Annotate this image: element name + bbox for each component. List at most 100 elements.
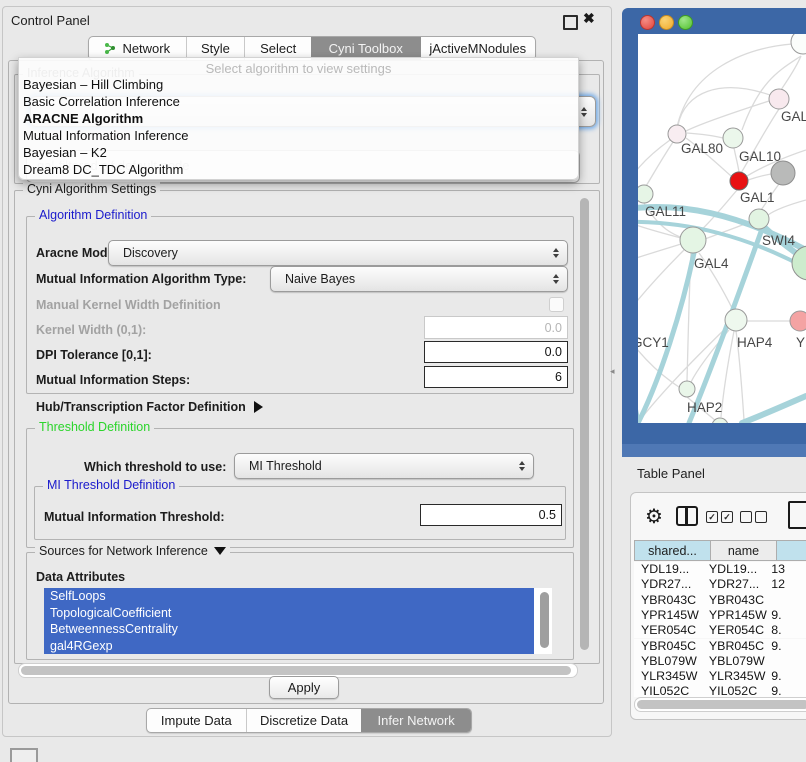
minimize-traffic-light-icon[interactable] bbox=[659, 15, 674, 30]
algorithm-option[interactable]: Bayesian – Hill Climbing bbox=[23, 77, 163, 92]
list-item[interactable]: BetweennessCentrality bbox=[44, 621, 534, 638]
manual-kernel-label: Manual Kernel Width Definition bbox=[36, 298, 221, 312]
table-row[interactable]: YLR345WYLR345W9. bbox=[634, 669, 806, 684]
close-icon[interactable]: ✖ bbox=[583, 10, 595, 27]
zoom-traffic-light-icon[interactable] bbox=[678, 15, 693, 30]
table-row[interactable]: YER054CYER054C8. bbox=[634, 623, 806, 638]
node-label: HAP2 bbox=[687, 400, 722, 415]
node[interactable] bbox=[712, 418, 728, 423]
node-gal4[interactable] bbox=[680, 227, 706, 253]
table-row[interactable]: YPR145WYPR145W9. bbox=[634, 608, 806, 623]
combo-arrows-icon bbox=[519, 461, 525, 471]
table-horizontal-scrollbar[interactable] bbox=[634, 697, 806, 712]
algorithm-option[interactable]: Dream8 DC_TDC Algorithm bbox=[23, 162, 183, 177]
algorithm-option-selected[interactable]: ARACNE Algorithm bbox=[23, 111, 143, 126]
sources-toggle[interactable]: Sources for Network Inference bbox=[35, 544, 230, 558]
group-title: Threshold Definition bbox=[35, 420, 154, 434]
node-label: GAL10 bbox=[739, 149, 781, 164]
data-attributes-list: SelfLoops TopologicalCoefficient Between… bbox=[44, 588, 552, 654]
group-title: Algorithm Definition bbox=[35, 208, 151, 222]
which-threshold-combo[interactable]: MI Threshold bbox=[234, 453, 534, 479]
node-label: GCY1 bbox=[638, 335, 669, 350]
split-columns-icon[interactable] bbox=[676, 506, 698, 526]
bottom-tabbar: Impute Data Discretize Data Infer Networ… bbox=[146, 708, 472, 733]
table-row[interactable]: YBL079WYBL079W bbox=[634, 654, 806, 669]
dropdown-prompt: Select algorithm to view settings bbox=[19, 61, 578, 76]
node-selected-red[interactable] bbox=[730, 172, 748, 190]
column-header-clipped[interactable] bbox=[776, 540, 806, 561]
checked-box-icon: ✓ bbox=[706, 511, 718, 523]
mi-type-combo[interactable]: Naive Bayes bbox=[270, 266, 568, 292]
dpi-tolerance-field[interactable]: 0.0 bbox=[424, 341, 568, 363]
node-gray[interactable] bbox=[771, 161, 795, 185]
apply-button[interactable]: Apply bbox=[269, 676, 339, 699]
hub-definition-toggle[interactable]: Hub/Transcription Factor Definition bbox=[36, 400, 263, 414]
node[interactable] bbox=[769, 89, 789, 109]
node-label: GAL80 bbox=[681, 141, 723, 156]
network-canvas[interactable]: GAL GAL80 GAL10 GAL1 GAL11 SWI4 GAL4 GCY… bbox=[638, 34, 806, 423]
scrollbar-thumb[interactable] bbox=[637, 700, 806, 709]
export-table-icon[interactable] bbox=[788, 501, 806, 529]
column-header-name[interactable]: name bbox=[710, 540, 777, 561]
attributes-scrollbar[interactable] bbox=[540, 592, 549, 648]
manual-kernel-checkbox[interactable] bbox=[549, 297, 564, 312]
data-attributes-label: Data Attributes bbox=[36, 570, 125, 584]
table-row[interactable]: YIL052CYIL052C9. bbox=[634, 684, 806, 697]
node-gal11[interactable] bbox=[638, 185, 653, 203]
node-label: GAL1 bbox=[740, 190, 775, 205]
kernel-width-label: Kernel Width (0,1): bbox=[36, 323, 146, 337]
combo-value: Naive Bayes bbox=[279, 272, 355, 286]
mi-threshold-field[interactable]: 0.5 bbox=[420, 504, 562, 526]
node-label: SWI4 bbox=[762, 233, 795, 248]
tab-label: Discretize Data bbox=[260, 713, 348, 728]
group-title: Sources for Network Inference bbox=[39, 544, 208, 558]
deselect-all-columns-icon[interactable] bbox=[740, 511, 767, 523]
select-all-columns-icon[interactable]: ✓ ✓ bbox=[706, 511, 733, 523]
table-row[interactable]: YDR27...YDR27...12 bbox=[634, 577, 806, 592]
node[interactable] bbox=[791, 34, 806, 54]
tab-impute-data[interactable]: Impute Data bbox=[147, 709, 246, 732]
node-hap4[interactable] bbox=[725, 309, 747, 331]
split-line bbox=[685, 508, 688, 524]
unchecked-box-icon bbox=[755, 511, 767, 523]
list-item[interactable]: gal4RGexp bbox=[44, 638, 534, 655]
node-hap2[interactable] bbox=[679, 381, 695, 397]
node-label: GAL4 bbox=[694, 256, 729, 271]
algorithm-option[interactable]: Bayesian – K2 bbox=[23, 145, 107, 160]
float-window-icon[interactable] bbox=[563, 15, 578, 30]
tab-label: Infer Network bbox=[378, 713, 455, 728]
combo-arrows-icon bbox=[581, 107, 587, 117]
gear-icon[interactable]: ⚙ bbox=[645, 504, 663, 529]
algorithm-option[interactable]: Mutual Information Inference bbox=[23, 128, 188, 143]
minimized-panel-icon[interactable] bbox=[10, 748, 38, 762]
scrollbar-thumb[interactable] bbox=[21, 666, 571, 675]
table-panel-title: Table Panel bbox=[637, 466, 705, 481]
unchecked-box-icon bbox=[740, 511, 752, 523]
list-item[interactable]: TopologicalCoefficient bbox=[44, 605, 534, 622]
splitpane-divider-handle[interactable]: ◂ bbox=[610, 366, 615, 377]
kernel-width-field[interactable]: 0.0 bbox=[424, 316, 568, 339]
network-icon bbox=[104, 42, 117, 55]
aracne-mode-combo[interactable]: Discovery bbox=[108, 240, 568, 266]
node-swi4[interactable] bbox=[749, 209, 769, 229]
node-salmon[interactable] bbox=[790, 311, 806, 331]
node-label: Y bbox=[796, 335, 805, 350]
table-row[interactable]: YBR045CYBR045C9. bbox=[634, 639, 806, 654]
combo-value: MI Threshold bbox=[243, 459, 322, 473]
expand-right-icon bbox=[254, 401, 263, 413]
tab-label: jActiveMNodules bbox=[429, 41, 526, 56]
close-traffic-light-icon[interactable] bbox=[640, 15, 655, 30]
node-gal10[interactable] bbox=[723, 128, 743, 148]
table-row[interactable]: YBR043CYBR043C bbox=[634, 593, 806, 608]
mi-steps-field[interactable]: 6 bbox=[424, 366, 568, 388]
tab-discretize-data[interactable]: Discretize Data bbox=[246, 709, 362, 732]
tab-infer-network[interactable]: Infer Network bbox=[361, 709, 471, 732]
column-header-shared-name[interactable]: shared... bbox=[634, 540, 711, 561]
group-title: Cyni Algorithm Settings bbox=[23, 182, 160, 196]
table-row[interactable]: YDL19...YDL19...13 bbox=[634, 562, 806, 577]
list-item[interactable]: SelfLoops bbox=[44, 588, 534, 605]
tab-label: Network bbox=[122, 41, 170, 56]
node-label: HAP4 bbox=[737, 335, 773, 350]
algorithm-option[interactable]: Basic Correlation Inference bbox=[23, 94, 180, 109]
settings-vertical-scrollbar[interactable] bbox=[580, 198, 589, 650]
